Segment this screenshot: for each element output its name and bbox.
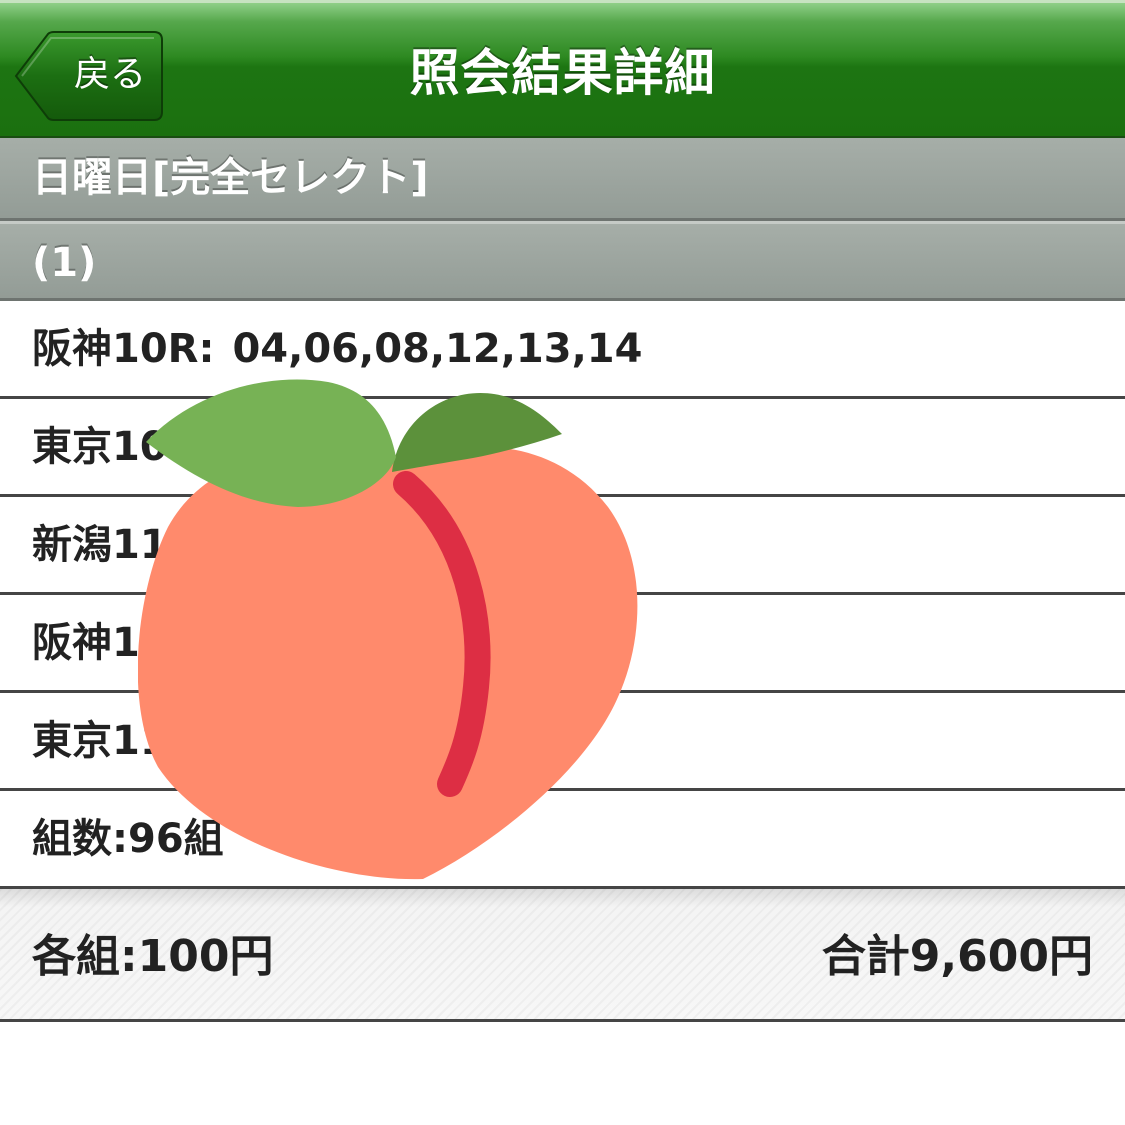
race-selections: 04,06,08,12,13,14 xyxy=(232,326,643,372)
race-name: 東京11 xyxy=(32,718,168,764)
per-combination-amount: 各組:100円 xyxy=(32,931,274,982)
race-row: 阪神10R: 04,06,08,12,13,14 xyxy=(0,301,1125,399)
section-header-day: 日曜日[完全セレクト] xyxy=(0,138,1125,221)
combination-count: 組数:96組 xyxy=(32,816,224,862)
back-button[interactable]: 戻る xyxy=(14,31,164,121)
race-row: 新潟11 xyxy=(0,497,1125,595)
totals-bar: 各組:100円 合計9,600円 xyxy=(0,889,1125,1022)
section-header-number: (1) xyxy=(0,221,1125,301)
race-name: 阪神1 xyxy=(32,620,140,666)
race-name: 阪神10R: xyxy=(32,326,215,372)
total-amount: 合計9,600円 xyxy=(821,931,1093,982)
race-row: 阪神1 xyxy=(0,595,1125,693)
race-list: 阪神10R: 04,06,08,12,13,14 東京10 新潟11 阪神1 東京… xyxy=(0,301,1125,889)
navigation-bar: 戻る 照会結果詳細 xyxy=(0,0,1125,138)
race-row: 東京11 xyxy=(0,693,1125,791)
race-name: 東京10 xyxy=(32,424,168,470)
back-button-label: 戻る xyxy=(73,54,146,95)
race-name: 新潟11 xyxy=(32,522,168,568)
page-title: 照会結果詳細 xyxy=(409,44,716,102)
race-row: 東京10 xyxy=(0,399,1125,497)
screen: 戻る 照会結果詳細 日曜日[完全セレクト] (1) 阪神10R: 04,06,08… xyxy=(0,0,1125,1125)
combination-count-row: 組数:96組 xyxy=(0,791,1125,889)
